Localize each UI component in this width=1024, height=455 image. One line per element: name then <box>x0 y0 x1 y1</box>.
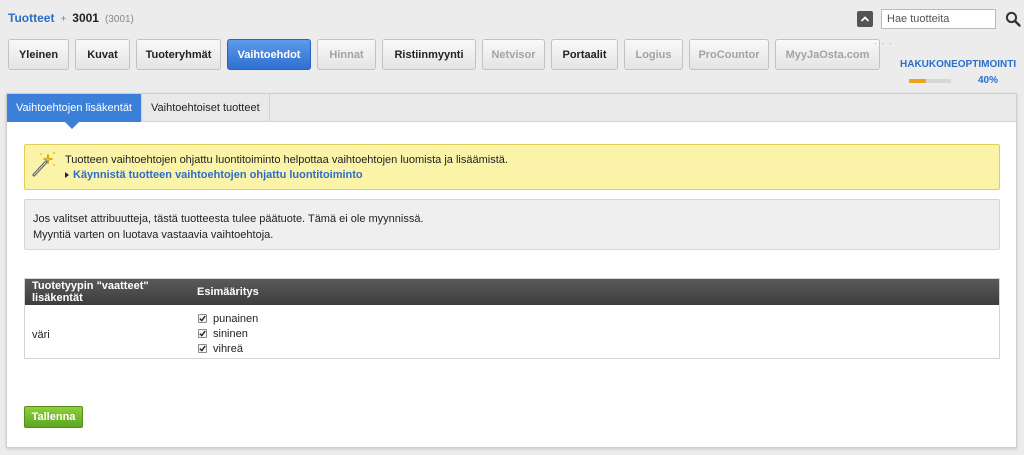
tab-product-groups[interactable]: Tuoteryhmät <box>136 39 221 70</box>
more-tabs-dots[interactable]: · · · <box>874 38 893 48</box>
subtab-variant-fields[interactable]: Vaihtoehtojen lisäkentät <box>7 94 142 129</box>
table-row: väri punainen sininen vihreä <box>25 305 999 358</box>
chevron-up-icon[interactable] <box>857 11 873 27</box>
option-blue[interactable]: sininen <box>198 326 258 341</box>
wizard-notice: Tuotteen vaihtoehtojen ohjattu luontitoi… <box>24 144 1000 190</box>
tab-cross-selling[interactable]: Ristiinmyynti <box>382 39 476 70</box>
arrow-right-icon <box>65 172 69 178</box>
content-panel: Vaihtoehtojen lisäkentät Vaihtoehtoiset … <box>6 93 1017 448</box>
info-line-1: Jos valitset attribuutteja, tästä tuotte… <box>33 213 424 225</box>
checkbox-red[interactable] <box>198 314 207 323</box>
seo-title: HAKUKONEOPTIMOINTI <box>900 59 1017 70</box>
tab-netvisor[interactable]: Netvisor <box>482 39 545 70</box>
seo-progress-fill <box>909 78 926 83</box>
option-label: vihreä <box>213 342 243 355</box>
column-header-preset: Esimääritys <box>197 286 259 298</box>
variant-fields-table: Tuotetyypin "vaatteet" lisäkentät Esimää… <box>24 278 1000 359</box>
save-button[interactable]: Tallenna <box>24 406 83 428</box>
info-line-2: Myyntiä varten on luotava vastaavia vaih… <box>33 229 274 241</box>
column-header-fields: Tuotetyypin "vaatteet" lisäkentät <box>32 280 149 304</box>
info-box: Jos valitset attribuutteja, tästä tuotte… <box>24 199 1000 250</box>
breadcrumb-sub: (3001) <box>104 14 134 25</box>
main-tabs: Yleinen Kuvat Tuoteryhmät Vaihtoehdot Hi… <box>8 39 880 70</box>
tab-myyjaosta[interactable]: MyyJaOsta.com <box>775 39 880 70</box>
tab-general[interactable]: Yleinen <box>8 39 69 70</box>
tab-portals[interactable]: Portaalit <box>551 39 618 70</box>
wizard-description: Tuotteen vaihtoehtojen ohjattu luontitoi… <box>65 154 508 166</box>
tab-prices[interactable]: Hinnat <box>317 39 376 70</box>
search-bar <box>857 9 1022 29</box>
search-icon[interactable] <box>1004 10 1022 28</box>
checkbox-green[interactable] <box>198 344 207 353</box>
attribute-options: punainen sininen vihreä <box>198 311 258 356</box>
breadcrumb-separator: + <box>60 14 67 25</box>
option-red[interactable]: punainen <box>198 311 258 326</box>
subtab-alternative-products[interactable]: Vaihtoehtoiset tuotteet <box>142 94 270 122</box>
attribute-name: väri <box>32 329 50 341</box>
breadcrumb-products-link[interactable]: Tuotteet <box>8 11 54 25</box>
magic-wand-icon <box>31 150 57 178</box>
option-label: punainen <box>213 312 259 325</box>
wizard-start-link[interactable]: Käynnistä tuotteen vaihtoehtojen ohjattu… <box>65 169 363 181</box>
seo-percent: 40% <box>978 75 999 86</box>
tab-images[interactable]: Kuvat <box>75 39 130 70</box>
sub-tabs: Vaihtoehtojen lisäkentät Vaihtoehtoiset … <box>7 94 1016 129</box>
breadcrumb-current: 3001 <box>72 11 99 25</box>
seo-progress-bar <box>909 78 951 83</box>
wizard-start-label[interactable]: Käynnistä tuotteen vaihtoehtojen ohjattu… <box>73 169 363 181</box>
seo-widget[interactable]: HAKUKONEOPTIMOINTI 40% <box>900 59 1024 86</box>
search-input[interactable] <box>881 9 996 29</box>
tab-variants[interactable]: Vaihtoehdot <box>227 39 311 70</box>
table-header: Tuotetyypin "vaatteet" lisäkentät Esimää… <box>25 279 999 305</box>
option-label: sininen <box>213 327 248 340</box>
breadcrumb: Tuotteet + 3001 (3001) <box>8 11 134 25</box>
tab-logius[interactable]: Logius <box>624 39 683 70</box>
tab-procountor[interactable]: ProCountor <box>689 39 769 70</box>
checkbox-blue[interactable] <box>198 329 207 338</box>
option-green[interactable]: vihreä <box>198 341 258 356</box>
